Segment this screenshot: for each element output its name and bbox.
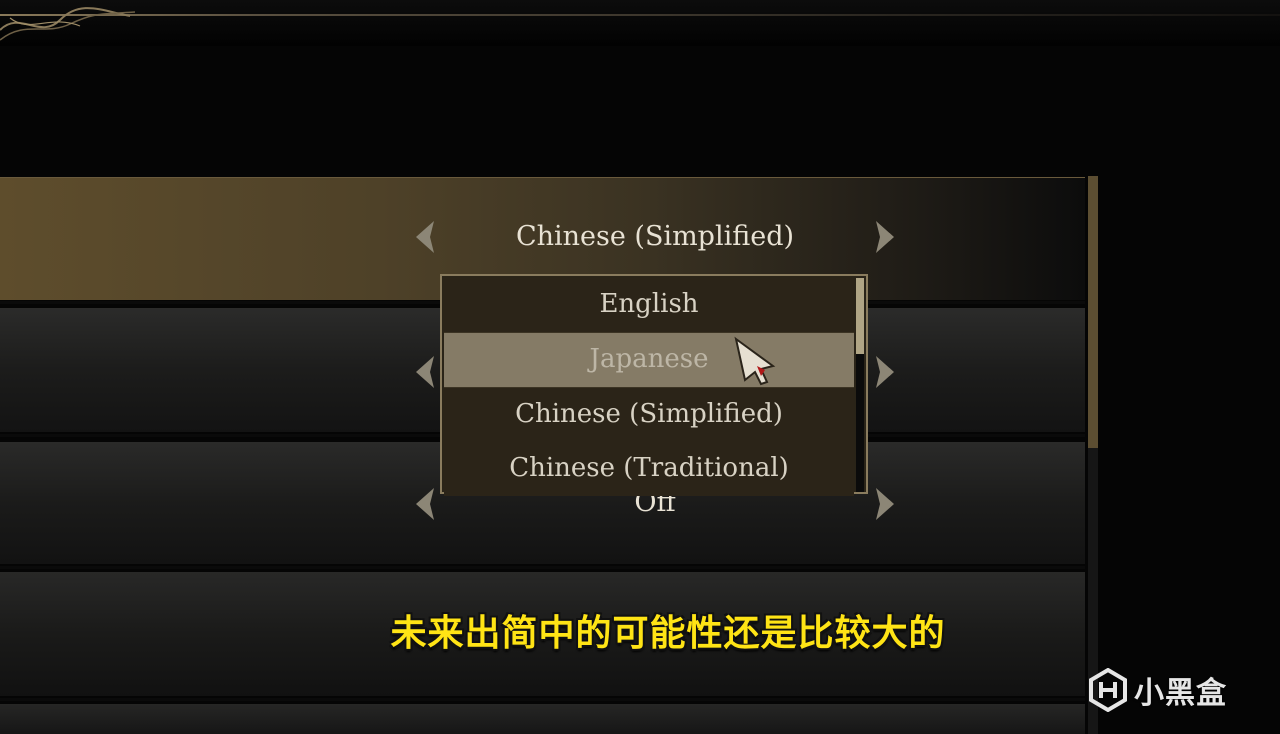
heybox-logo-icon bbox=[1089, 668, 1127, 712]
pointer-cursor-icon bbox=[734, 336, 776, 386]
dropdown-option-chinese-traditional[interactable]: Chinese (Traditional) bbox=[444, 442, 854, 496]
chevron-left-icon[interactable] bbox=[410, 352, 440, 392]
chevron-right-icon[interactable] bbox=[870, 484, 900, 524]
dropdown-option-chinese-simplified[interactable]: Chinese (Simplified) bbox=[444, 388, 854, 443]
watermark-text: 小黑盒 bbox=[1134, 676, 1227, 711]
settings-scrollbar-thumb[interactable] bbox=[1088, 176, 1098, 448]
watermark: 小黑盒 bbox=[1088, 664, 1227, 716]
setting-row[interactable] bbox=[0, 704, 1085, 734]
row-divider bbox=[0, 566, 1085, 569]
chevron-right-icon[interactable] bbox=[870, 352, 900, 392]
dropdown-scrollbar-thumb[interactable] bbox=[856, 278, 864, 354]
chevron-right-icon[interactable] bbox=[870, 217, 900, 257]
top-divider bbox=[0, 14, 1280, 16]
filigree-ornament-icon bbox=[0, 7, 136, 41]
video-subtitle: 未来出简中的可能性还是比较大的 bbox=[390, 613, 946, 654]
chevron-left-icon[interactable] bbox=[410, 217, 440, 257]
top-frame bbox=[0, 0, 1280, 46]
row-divider bbox=[0, 698, 1085, 701]
chevron-left-icon[interactable] bbox=[410, 484, 440, 524]
language-dropdown[interactable]: English Japanese Chinese (Simplified) Ch… bbox=[440, 274, 868, 496]
dropdown-option-english[interactable]: English bbox=[444, 278, 854, 333]
language-value: Chinese (Simplified) bbox=[515, 221, 795, 252]
dropdown-option-japanese[interactable]: Japanese bbox=[444, 333, 854, 388]
